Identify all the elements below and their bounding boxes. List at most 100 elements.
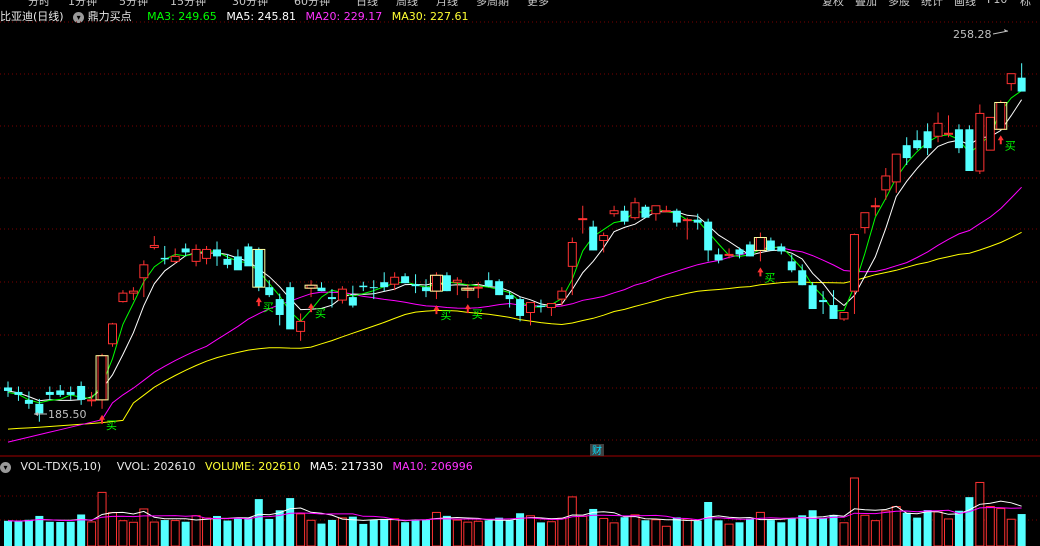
volume-bar [56,522,65,546]
candle-body [902,145,911,159]
candle-body [829,305,838,319]
buy-arrow-icon [308,303,315,313]
candle-body [996,101,1006,130]
candle-body [442,275,451,292]
volume-bar [620,517,629,546]
buy-signal-label: 买 [440,309,451,322]
candle-body [139,264,149,279]
buy-arrow-icon [255,297,262,307]
candle-body [275,299,284,315]
volume-bar [442,515,451,546]
volume-bar [787,518,796,546]
volume-bar [881,510,891,546]
volume-bar [337,517,347,546]
candle-body [693,219,702,223]
candle-body [337,288,347,301]
candle-body [473,286,483,289]
volume-bar [411,519,420,546]
candle-body [849,234,859,292]
candle-body [317,287,326,292]
candle-body [495,281,504,296]
candle-body [66,391,75,395]
volume-bar [317,523,326,546]
candle-body [327,297,336,300]
candle-body [128,290,138,294]
candle-body [798,270,807,286]
candle-body [745,244,754,257]
buy-signal-label: 买 [106,419,117,432]
ma5-line [7,99,1023,402]
volume-bar [495,517,504,546]
volume-bar [798,515,807,546]
volume-bar [891,506,901,546]
volume-bar [97,491,107,546]
volume-bar [244,517,253,546]
candle-body [777,246,786,252]
volume-bar [463,521,473,546]
volume-bar [359,523,368,546]
candle-body [484,280,493,287]
volume-bar [422,519,430,546]
volume-bar [913,517,922,546]
candle-body [202,248,212,259]
volume-bar [714,520,723,546]
candle-body [390,276,400,285]
candle-body [87,399,97,402]
volume-bar [14,521,23,546]
candle-body [975,112,985,172]
ma30-line [7,231,1022,430]
candle-body [213,249,221,257]
volume-bar [1017,514,1026,546]
candle-body [191,248,201,262]
candle-body [682,219,692,222]
candle-body [77,385,86,400]
candle-body [944,132,953,135]
buy-signal-label: 买 [263,301,274,314]
candle-body [97,355,107,401]
candle-body [567,241,577,267]
volume-bar [599,517,609,546]
volume-bar [87,521,97,546]
candle-body [526,302,535,313]
candle-body [1006,73,1016,85]
candle-body [860,212,870,229]
volume-bar [390,518,400,546]
volume-bar [118,520,128,546]
candle-body [891,153,901,183]
volume-bar [369,519,378,546]
volume-bar [755,511,765,546]
candle-body [431,274,441,292]
volume-bar [578,515,588,546]
candle-body [870,205,880,208]
candle-body [170,255,180,262]
candle-body [714,254,723,261]
volume-bar [651,519,661,546]
volume-bar [160,520,169,546]
candle-body [546,303,556,309]
volume-bar [306,519,316,546]
candle-body [661,210,671,213]
volume-bar [233,517,242,546]
candle-body [56,390,65,395]
volume-bar [996,508,1006,546]
volume-bar [849,477,859,546]
high-price-label: 258.28 [953,28,992,41]
candle-body [108,323,117,345]
candlestick-chart[interactable]: 买买买买买买买258.28185.50财 [0,0,1040,546]
volume-bar [672,517,681,546]
candle-body [672,210,681,223]
buy-signal-label: 买 [1005,139,1016,152]
candle-body [265,287,274,296]
candle-body [348,297,357,306]
volume-bar [954,510,963,546]
candle-body [589,226,598,251]
candle-body [609,210,619,215]
volume-bar [923,510,932,546]
volume-bar [839,522,849,546]
candle-body [411,284,420,287]
volume-bar [327,519,336,546]
volume-bar [641,520,650,546]
volume-bar [286,498,295,546]
volume-bar [66,521,75,546]
volume-bar [35,515,44,546]
